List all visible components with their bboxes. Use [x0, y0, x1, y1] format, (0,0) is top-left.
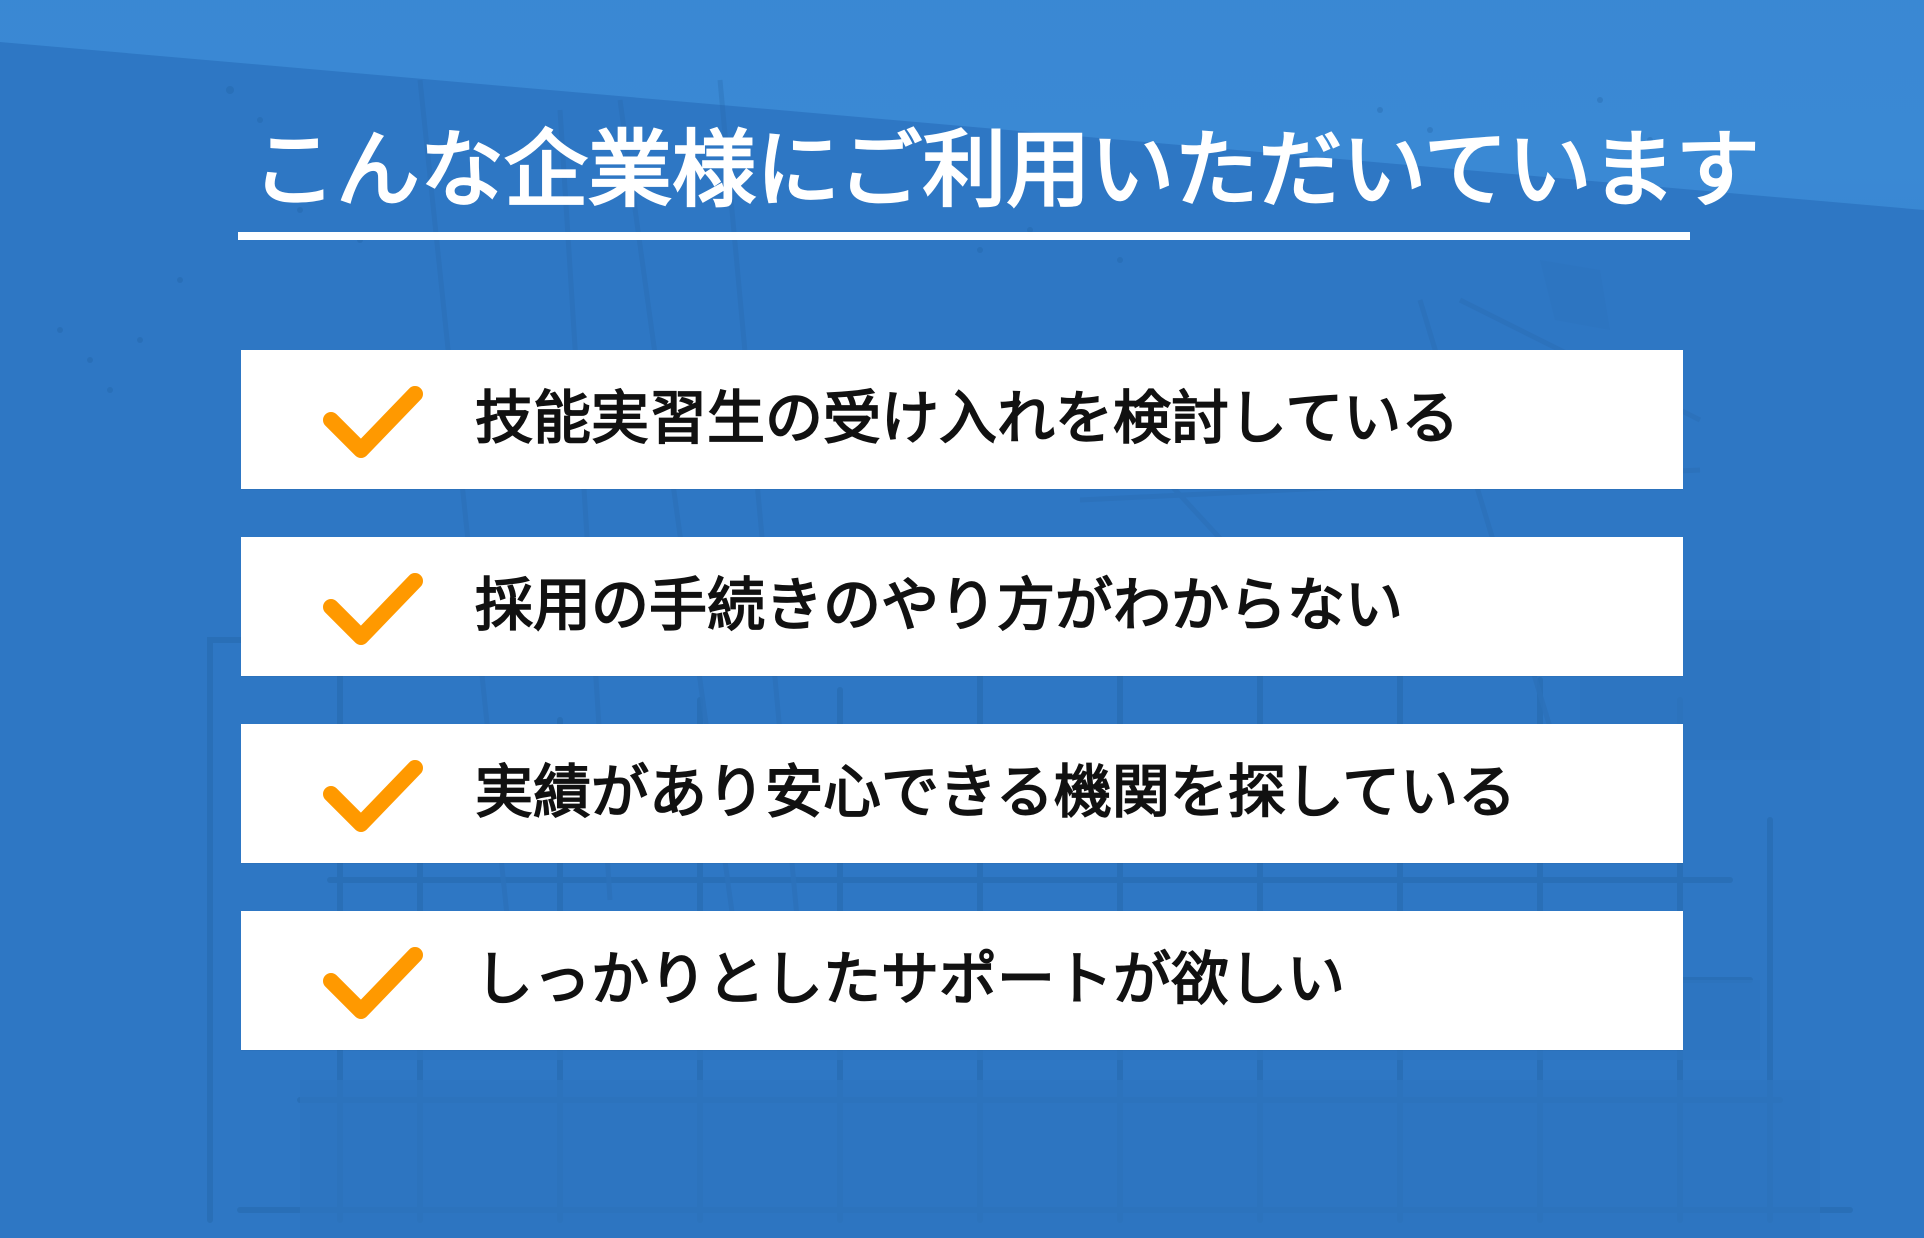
check-icon	[323, 386, 423, 458]
check-icon	[323, 573, 423, 645]
checklist-item: 採用の手続きのやり方がわからない	[241, 537, 1683, 676]
checklist: 技能実習生の受け入れを検討している 採用の手続きのやり方がわからない 実績があり…	[241, 350, 1683, 1050]
page-title: こんな企業様にご利用いただいています	[252, 121, 1760, 219]
checklist-item-text: 実績があり安心できる機関を探している	[475, 758, 1517, 826]
title-underline	[238, 232, 1690, 240]
checklist-item-text: しっかりとしたサポートが欲しい	[475, 945, 1346, 1013]
check-icon	[323, 760, 423, 832]
checklist-item: しっかりとしたサポートが欲しい	[241, 911, 1683, 1050]
checklist-item: 技能実習生の受け入れを検討している	[241, 350, 1683, 489]
check-icon	[323, 947, 423, 1019]
checklist-item: 実績があり安心できる機関を探している	[241, 724, 1683, 863]
title-section: こんな企業様にご利用いただいています	[238, 118, 1760, 244]
checklist-item-text: 採用の手続きのやり方がわからない	[475, 571, 1404, 639]
checklist-item-text: 技能実習生の受け入れを検討している	[475, 384, 1460, 452]
